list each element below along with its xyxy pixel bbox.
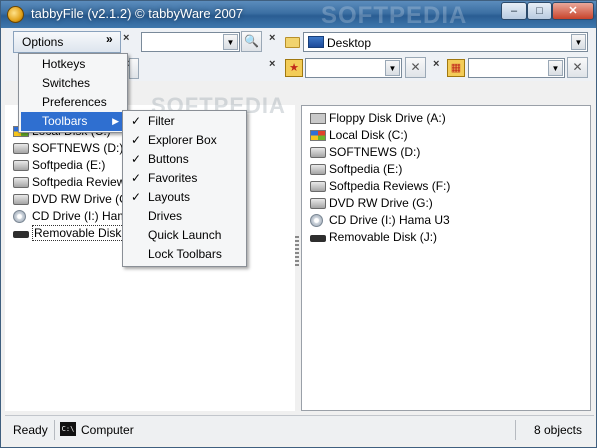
object-count: 8 objects — [533, 423, 582, 437]
minimize-button[interactable]: – — [501, 2, 527, 20]
maximize-button[interactable]: □ — [527, 2, 552, 20]
remove-icon: ✕ — [410, 60, 421, 74]
favorites-icon[interactable]: ★ — [285, 59, 303, 77]
chevron-down-icon[interactable]: ▼ — [385, 60, 400, 76]
check-icon: ✓ — [131, 133, 142, 147]
status-bar: Ready C:\ Computer 8 objects — [5, 415, 594, 443]
list-item[interactable]: Removable Disk (J:) — [310, 229, 450, 246]
menu-item-preferences[interactable]: Preferences — [21, 93, 125, 112]
app-icon — [7, 6, 24, 23]
window-title: tabbyFile (v2.1.2) © tabbyWare 2007 — [31, 6, 244, 21]
floppy-drive-icon — [310, 113, 326, 124]
favorites-combo[interactable]: ▼ — [305, 58, 402, 78]
list-item[interactable]: Softpedia (E:) — [310, 161, 450, 178]
location-combo[interactable]: Desktop ▼ — [303, 32, 588, 52]
list-item[interactable]: CD Drive (I:) Hama U3 — [310, 212, 450, 229]
submenu-item-explorer-box[interactable]: ✓ Explorer Box — [125, 131, 244, 150]
list-item[interactable]: CD Drive (I:) Hama — [13, 208, 140, 225]
layouts-combo[interactable]: ▼ — [468, 58, 565, 78]
list-item[interactable]: Local Disk (C:) — [310, 127, 450, 144]
list-item[interactable]: DVD RW Drive (G: — [13, 191, 140, 208]
list-item[interactable]: Removable Disk (J: — [13, 225, 141, 242]
submenu-item-drives[interactable]: Drives — [125, 207, 244, 226]
close-toolbar-icon[interactable]: × — [433, 58, 439, 70]
submenu-item-buttons[interactable]: ✓ Buttons — [125, 150, 244, 169]
check-icon: ✓ — [131, 171, 142, 185]
right-file-panel[interactable]: Floppy Disk Drive (A:) Local Disk (C:) S… — [301, 105, 591, 411]
app-window: tabbyFile (v2.1.2) © tabbyWare 2007 SOFT… — [0, 0, 597, 448]
close-toolbar-icon[interactable]: × — [269, 58, 275, 70]
panel-splitter[interactable] — [295, 236, 299, 266]
list-item[interactable]: SOFTNEWS (D:) — [310, 144, 450, 161]
submenu-item-lock-toolbars[interactable]: Lock Toolbars — [125, 245, 244, 264]
options-menu-button[interactable]: Options » — [13, 31, 121, 53]
menu-item-switches[interactable]: Switches — [21, 74, 125, 93]
dvd-drive-icon — [13, 194, 29, 205]
windows-drive-icon — [310, 130, 326, 141]
menu-item-hotkeys[interactable]: Hotkeys — [21, 55, 125, 74]
cd-drive-icon — [310, 214, 323, 227]
filter-combo[interactable]: ▼ — [141, 32, 240, 52]
hard-drive-icon — [13, 177, 29, 188]
remove-layout-button[interactable]: ✕ — [567, 57, 588, 78]
check-icon: ✓ — [131, 152, 142, 166]
close-button[interactable]: ✕ — [552, 2, 594, 20]
usb-drive-icon — [13, 231, 29, 238]
left-drive-list: Local Disk (C:) SOFTNEWS (D:) Softpedia … — [13, 123, 141, 242]
command-prompt-icon: C:\ — [60, 422, 76, 436]
dvd-drive-icon — [310, 198, 326, 209]
search-button[interactable]: 🔍 — [241, 31, 262, 52]
list-item[interactable]: Floppy Disk Drive (A:) — [310, 110, 450, 127]
close-toolbar-icon[interactable]: × — [123, 32, 129, 44]
hard-drive-icon — [13, 160, 29, 171]
list-item[interactable]: Softpedia Reviews — [13, 174, 140, 191]
menu-item-toolbars[interactable]: Toolbars ▶ — [21, 112, 125, 131]
submenu-item-favorites[interactable]: ✓ Favorites — [125, 169, 244, 188]
submenu-arrow-icon: ▶ — [112, 116, 119, 126]
status-text: Ready — [13, 423, 48, 437]
status-divider — [54, 420, 55, 440]
cd-drive-icon — [13, 210, 26, 223]
menu-item-label: Toolbars — [42, 114, 88, 128]
list-item[interactable]: Softpedia (E:) — [13, 157, 140, 174]
chevron-icon[interactable]: » — [106, 32, 113, 46]
hard-drive-icon — [310, 181, 326, 192]
close-toolbar-icon[interactable]: × — [269, 32, 275, 44]
list-item[interactable]: SOFTNEWS (D:) — [13, 140, 140, 157]
right-drive-list: Floppy Disk Drive (A:) Local Disk (C:) S… — [310, 110, 450, 246]
check-icon: ✓ — [131, 190, 142, 204]
usb-drive-icon — [310, 235, 326, 242]
layouts-icon[interactable]: ▦ — [447, 59, 465, 77]
check-icon: ✓ — [131, 114, 142, 128]
remove-favorite-button[interactable]: ✕ — [405, 57, 426, 78]
submenu-item-filter[interactable]: ✓ Filter — [125, 112, 244, 131]
toolbars-submenu: ✓ Filter ✓ Explorer Box ✓ Buttons ✓ Favo… — [122, 110, 247, 267]
search-icon: 🔍 — [244, 34, 259, 48]
submenu-item-layouts[interactable]: ✓ Layouts — [125, 188, 244, 207]
list-item[interactable]: Softpedia Reviews (F:) — [310, 178, 450, 195]
hard-drive-icon — [13, 143, 29, 154]
submenu-item-quick-launch[interactable]: Quick Launch — [125, 226, 244, 245]
options-label: Options — [22, 35, 64, 49]
status-divider — [515, 420, 516, 440]
desktop-icon — [308, 36, 324, 48]
options-menu: Hotkeys Switches Preferences Toolbars ▶ — [18, 53, 128, 133]
layout-button[interactable] — [129, 58, 139, 79]
status-location: Computer — [81, 423, 134, 437]
title-watermark: SOFTPEDIA — [321, 2, 468, 29]
folder-icon[interactable] — [285, 37, 300, 48]
hard-drive-icon — [310, 147, 326, 158]
chevron-down-icon[interactable]: ▼ — [548, 60, 563, 76]
chevron-down-icon[interactable]: ▼ — [223, 34, 238, 50]
title-bar[interactable]: tabbyFile (v2.1.2) © tabbyWare 2007 SOFT… — [1, 1, 596, 29]
chevron-down-icon[interactable]: ▼ — [571, 34, 586, 50]
list-item[interactable]: DVD RW Drive (G:) — [310, 195, 450, 212]
remove-icon: ✕ — [572, 60, 583, 74]
hard-drive-icon — [310, 164, 326, 175]
location-value: Desktop — [327, 36, 372, 50]
